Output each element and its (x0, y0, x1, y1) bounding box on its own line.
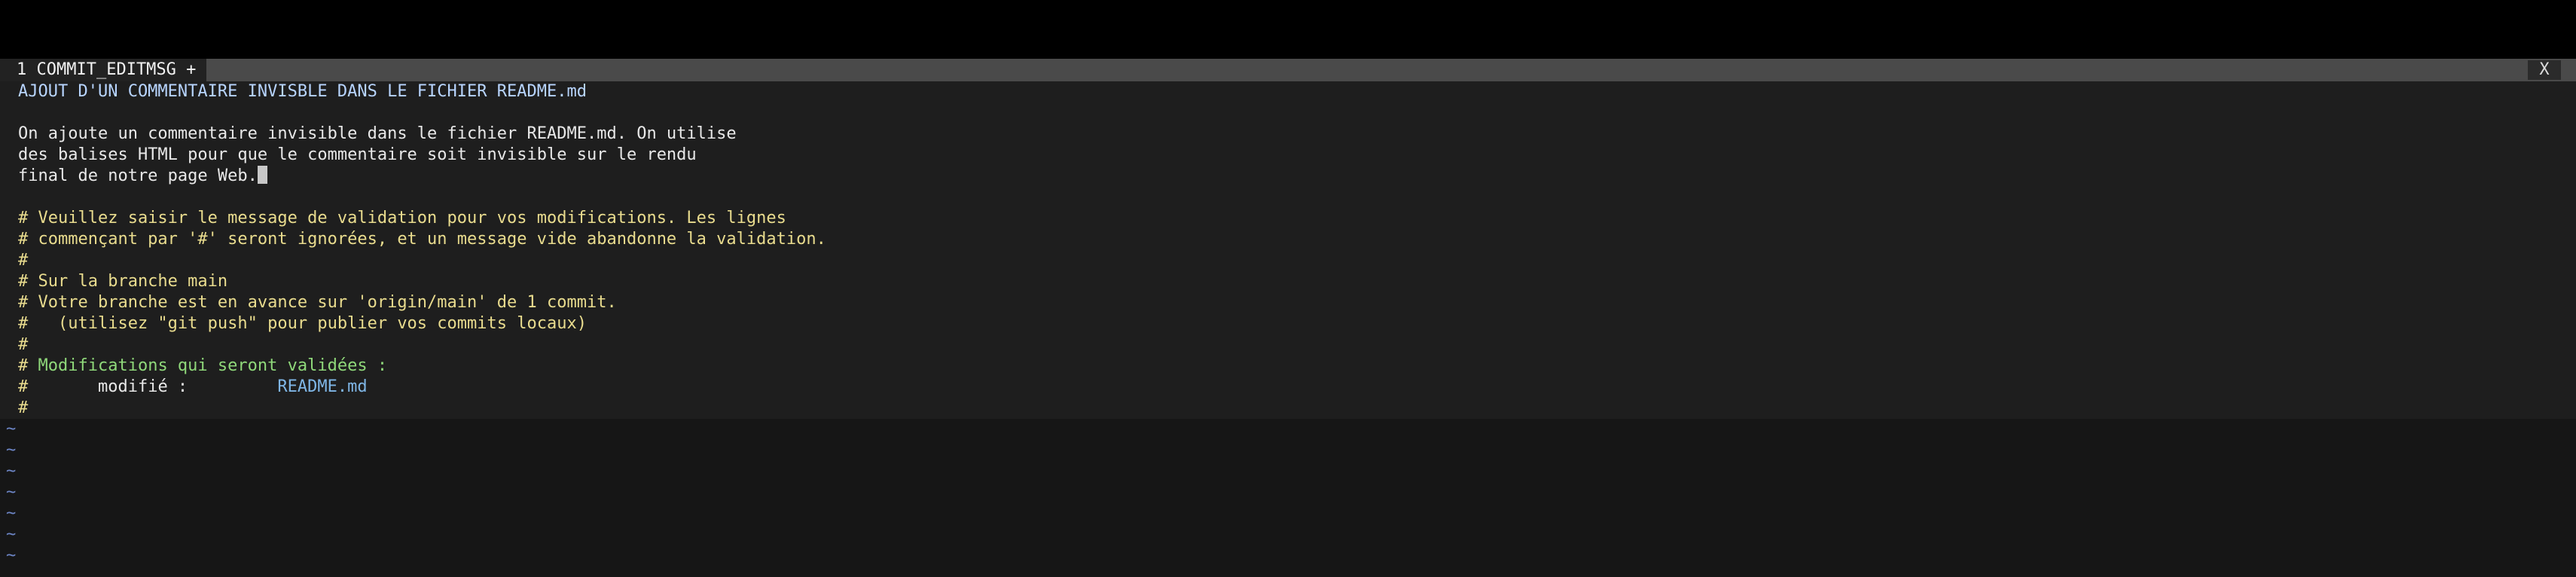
comment-hash: # (18, 377, 29, 396)
empty-line-marker: ~ (6, 420, 17, 438)
changes-header-line: # Modifications qui seront validées : (18, 356, 387, 377)
comment-line-5: # Votre branche est en avance sur 'origi… (18, 293, 617, 312)
comment-hash: # (18, 356, 29, 375)
commit-body-text: final de notre page Web. (18, 166, 258, 185)
empty-line-marker: ~ (6, 525, 17, 544)
comment-line-7: # (18, 335, 29, 354)
empty-line-marker: ~ (6, 462, 17, 481)
commit-body-line-3[interactable]: final de notre page Web. (18, 166, 267, 187)
comment-line-6: # (utilisez "git push" pour publier vos … (18, 314, 587, 333)
comment-line-3: # (18, 251, 29, 270)
empty-line-marker: ~ (6, 441, 17, 459)
tab-line: 1 COMMIT_EDITMSG + X (0, 59, 2576, 81)
commit-subject-line[interactable]: AJOUT D'UN COMMENTAIRE INVISBLE DANS LE … (18, 81, 587, 102)
comment-line-2: # commençant par '#' seront ignorées, et… (18, 230, 826, 249)
empty-line-marker: ~ (6, 504, 17, 523)
text-cursor (257, 166, 267, 184)
comment-line-4: # Sur la branche main (18, 272, 228, 291)
comment-line-1: # Veuillez saisir le message de validati… (18, 209, 786, 227)
empty-line-marker: ~ (6, 546, 17, 565)
commit-body-line-1[interactable]: On ajoute un commentaire invisible dans … (18, 124, 737, 145)
window-top-bar (0, 0, 2576, 59)
commit-body-line-2[interactable]: des balises HTML pour que le commentaire… (18, 145, 697, 166)
tab-commit-editmsg[interactable]: 1 COMMIT_EDITMSG + (0, 59, 207, 81)
change-entry-line: # modifié : README.md (18, 377, 368, 398)
editor-buffer[interactable]: AJOUT D'UN COMMENTAIRE INVISBLE DANS LE … (0, 81, 2576, 419)
empty-line-marker: ~ (6, 483, 17, 502)
changed-file: README.md (277, 377, 368, 396)
comment-line-last: # (18, 398, 29, 417)
empty-buffer-area: ~ ~ ~ ~ ~ ~ ~ (0, 419, 2576, 577)
close-tab-button[interactable]: X (2528, 60, 2561, 80)
change-status: modifié : (97, 377, 188, 396)
changes-header: Modifications qui seront validées : (38, 356, 388, 375)
